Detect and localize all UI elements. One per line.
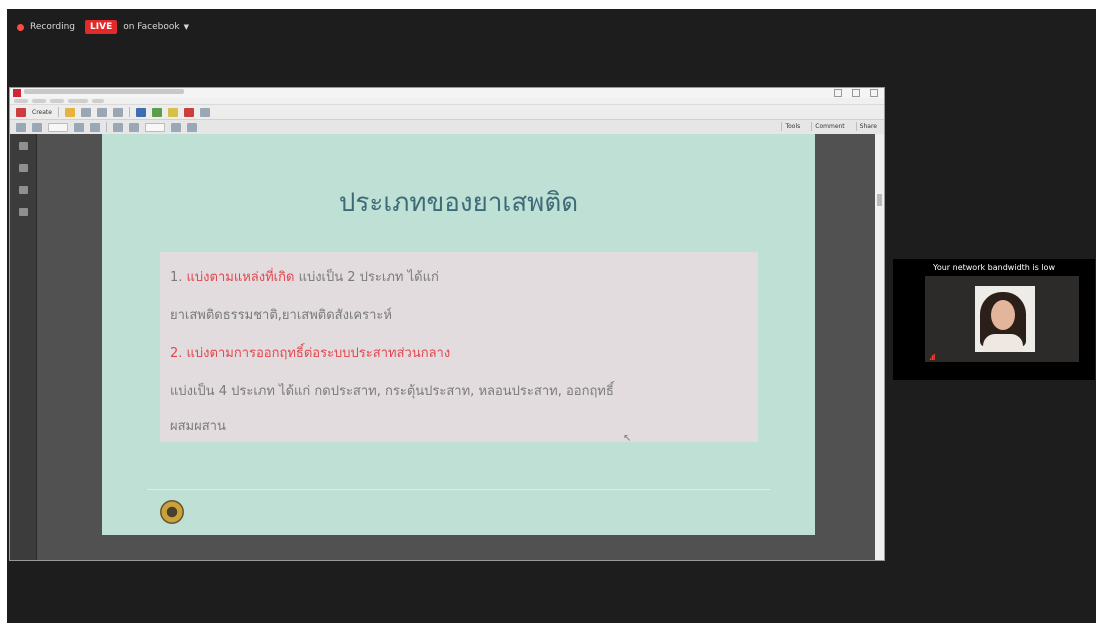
print-icon[interactable] [96,107,107,117]
live-platform-label: on Facebook [123,22,180,32]
content-line-4: แบ่งเป็น 4 ประเภท ได้แก่ กดประสาท, กระตุ… [170,384,614,399]
content-line-3: 2. แบ่งตามการออกฤทธิ์ต่อระบบประสาทส่วนกล… [170,346,451,361]
window-title [24,89,184,94]
tools-tab[interactable]: Tools [781,122,803,131]
slide-title: ประเภทของยาเสพติด [338,188,579,218]
toolbar-navigation: Tools Comment Share [10,119,884,135]
participant-video [925,276,1079,362]
menu-edit[interactable] [32,99,46,103]
zoom-level-input[interactable] [145,122,165,132]
menu-view[interactable] [50,99,64,103]
live-badge: LIVE [85,20,118,34]
attach-icon[interactable] [199,107,210,117]
navigation-pane [10,134,37,560]
toolbar-divider [128,107,130,117]
document-area[interactable]: ประเภทของยาเสพติด 1. แบ่งตามแหล่งที่เกิด… [10,134,884,560]
line-1-highlight: แบ่งตามแหล่งที่เกิด [186,270,295,285]
participant-face [991,300,1015,330]
participant-name-tag: .ıl [929,353,938,362]
select-tool-icon[interactable] [74,122,84,132]
recording-bar: Recording LIVE on Facebook ▼ [17,18,189,36]
weak-signal-icon: .ıl [929,353,935,362]
toolbar-divider [106,122,107,132]
zoom-out-icon[interactable] [113,122,123,132]
comment-icon[interactable] [151,107,162,117]
zoom-in-icon[interactable] [129,122,139,132]
pdf-app-icon [13,89,21,97]
bookmarks-icon[interactable] [19,164,28,172]
participant-video-tile[interactable]: Your network bandwidth is low .ıl [893,259,1095,380]
maximize-icon[interactable] [852,89,860,97]
toolbar-main: Create [10,104,884,119]
attachments-icon[interactable] [19,186,28,194]
chevron-down-icon: ▼ [183,23,189,31]
open-icon[interactable] [64,107,75,117]
highlight-icon[interactable] [167,107,178,117]
slide-content-box: 1. แบ่งตามแหล่งที่เกิด แบ่งเป็น 2 ประเภท… [160,252,758,442]
close-icon[interactable] [870,89,878,97]
presentation-slide: ประเภทของยาเสพติด 1. แบ่งตามแหล่งที่เกิด… [102,134,815,535]
minimize-icon[interactable] [834,89,842,97]
live-platform-dropdown[interactable]: on Facebook ▼ [123,22,189,32]
share-tab[interactable]: Share [855,122,880,131]
toolbar-divider [57,107,59,117]
stamp-icon[interactable] [183,107,194,117]
create-button[interactable]: Create [32,109,52,116]
participant-body [983,334,1023,352]
signatures-icon[interactable] [19,208,28,216]
content-line-1: 1. แบ่งตามแหล่งที่เกิด แบ่งเป็น 2 ประเภท… [170,266,439,287]
footer-divider [147,489,770,490]
settings-icon[interactable] [135,107,146,117]
bandwidth-warning: Your network bandwidth is low [933,263,1055,272]
content-line-5: ผสมผสาน [170,419,226,434]
page-number-input[interactable] [48,122,68,132]
line-1-prefix: 1. [170,270,187,285]
task-panel-tabs: Tools Comment Share [781,122,880,131]
scrollbar-thumb[interactable] [877,194,882,206]
line-1-rest: แบ่งเป็น 2 ประเภท ได้แก่ [294,270,439,285]
window-controls [834,89,878,97]
previous-page-icon[interactable] [16,122,26,132]
menu-help[interactable] [92,99,104,103]
vertical-scrollbar[interactable] [875,134,884,560]
page-thumbnails-icon[interactable] [19,142,28,150]
shared-pdf-window: Create Tools Comment Share ประเภทของยาเส… [9,87,885,561]
menu-bar [10,98,884,104]
organization-emblem [160,500,184,524]
create-icon[interactable] [16,107,26,117]
save-icon[interactable] [80,107,91,117]
menu-file[interactable] [14,99,28,103]
meeting-stage: Recording LIVE on Facebook ▼ Create Tool… [7,9,1096,623]
comment-tab[interactable]: Comment [811,122,847,131]
hand-tool-icon[interactable] [90,122,100,132]
menu-window[interactable] [68,99,88,103]
fit-width-icon[interactable] [171,122,181,132]
fit-page-icon[interactable] [187,122,197,132]
recording-dot-icon [17,23,24,31]
content-line-2: ยาเสพติดธรรมชาติ,ยาเสพติดสังเคราะห์ [170,308,392,323]
window-titlebar [10,88,884,98]
next-page-icon[interactable] [32,122,42,132]
recording-label: Recording [30,22,76,32]
email-icon[interactable] [112,107,123,117]
mouse-cursor-icon: ↖ [623,433,632,444]
